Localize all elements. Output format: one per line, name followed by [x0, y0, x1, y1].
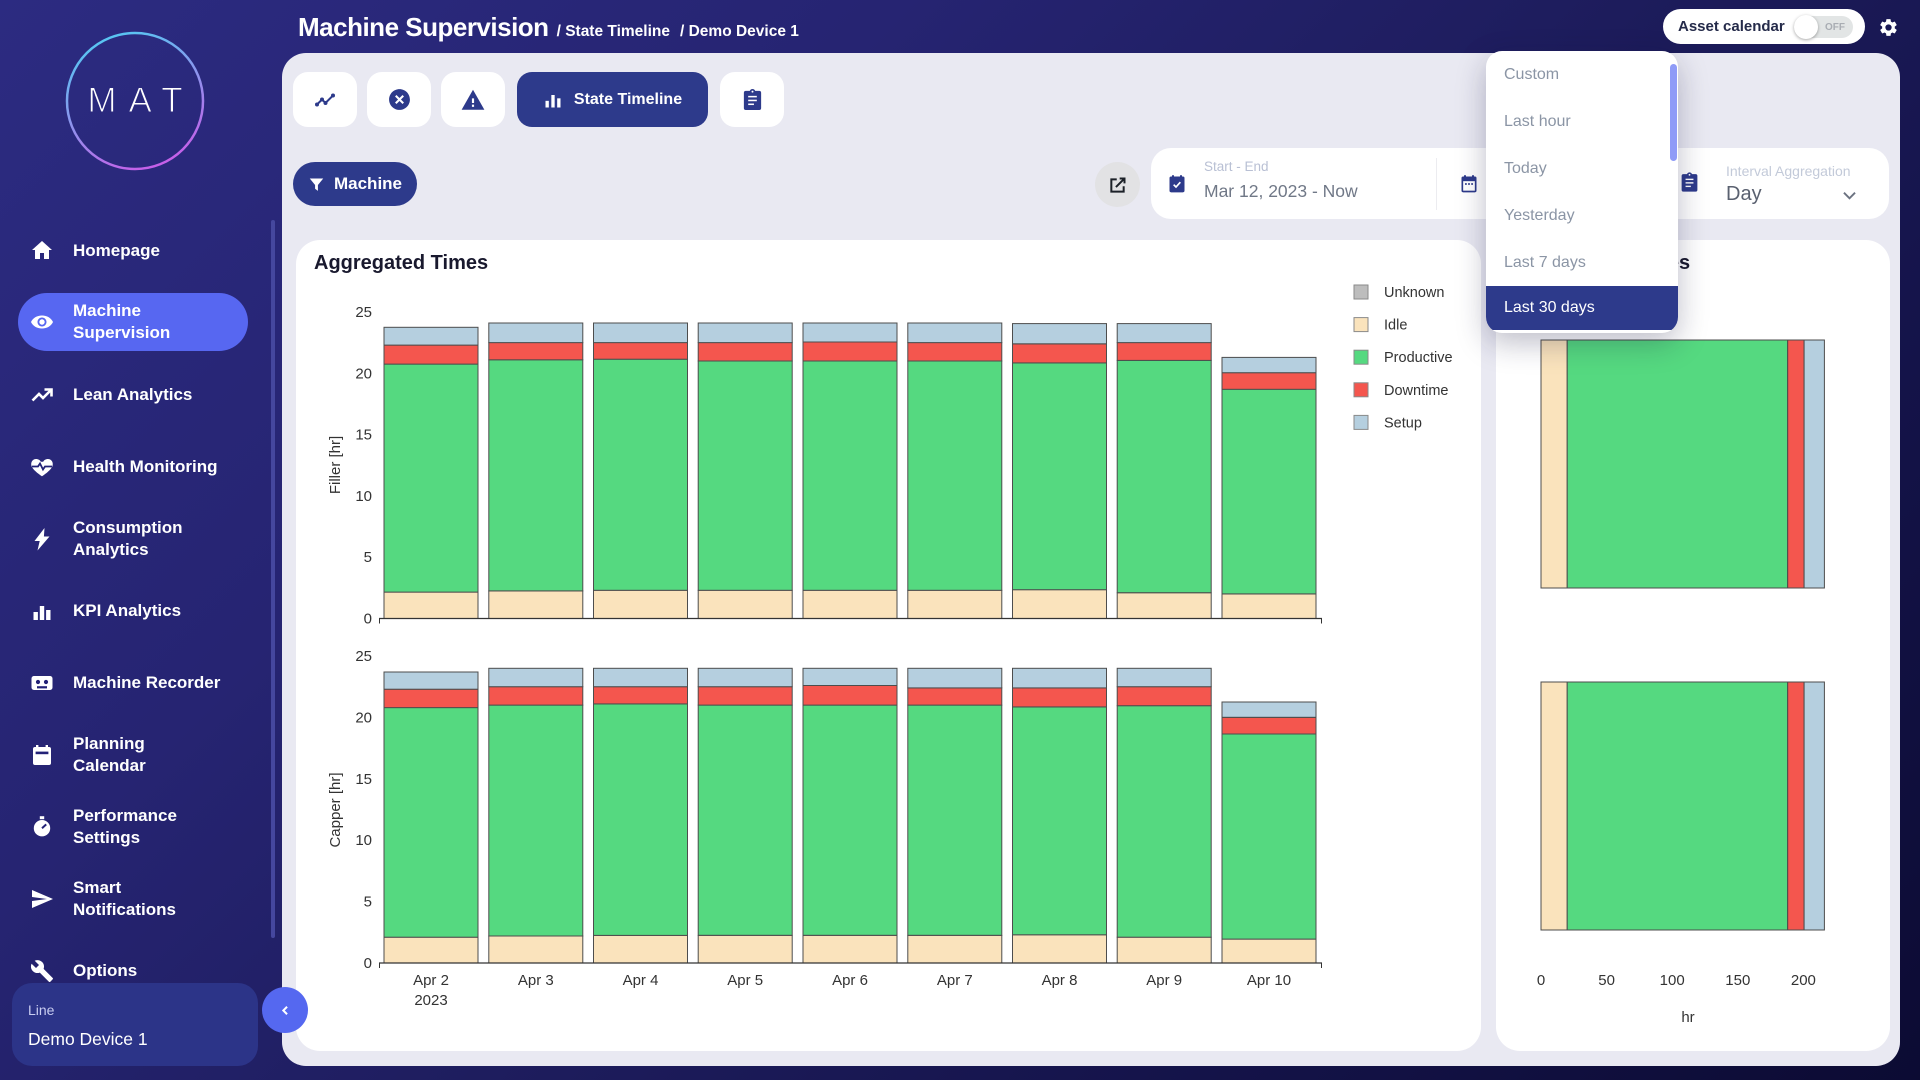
svg-text:hr: hr	[1681, 1009, 1694, 1026]
svg-text:Capper [hr]: Capper [hr]	[327, 772, 344, 847]
svg-text:Apr 2: Apr 2	[413, 972, 449, 989]
svg-text:2023: 2023	[414, 992, 447, 1009]
svg-text:Unknown: Unknown	[1384, 285, 1444, 301]
svg-text:20: 20	[355, 709, 372, 726]
svg-text:Apr 4: Apr 4	[623, 972, 659, 989]
svg-text:Productive: Productive	[1384, 350, 1453, 366]
svg-text:15: 15	[355, 771, 372, 788]
svg-text:0: 0	[1537, 972, 1545, 989]
svg-text:20: 20	[355, 365, 372, 382]
svg-text:Setup: Setup	[1384, 415, 1422, 431]
svg-text:10: 10	[355, 488, 372, 505]
svg-text:Downtime: Downtime	[1384, 383, 1448, 399]
svg-text:10: 10	[355, 832, 372, 849]
svg-text:Apr 7: Apr 7	[937, 972, 973, 989]
svg-text:Apr 8: Apr 8	[1042, 972, 1078, 989]
svg-text:Apr 5: Apr 5	[727, 972, 763, 989]
svg-text:50: 50	[1598, 972, 1615, 989]
svg-text:25: 25	[355, 304, 372, 321]
svg-text:0: 0	[364, 611, 372, 628]
svg-text:25: 25	[355, 648, 372, 665]
svg-text:Apr 9: Apr 9	[1146, 972, 1182, 989]
svg-text:5: 5	[364, 894, 372, 911]
svg-text:Idle: Idle	[1384, 318, 1407, 334]
svg-text:Apr 3: Apr 3	[518, 972, 554, 989]
svg-text:Apr 6: Apr 6	[832, 972, 868, 989]
svg-text:Apr 10: Apr 10	[1247, 972, 1291, 989]
svg-text:Filler [hr]: Filler [hr]	[327, 436, 344, 494]
svg-text:5: 5	[364, 549, 372, 566]
svg-text:15: 15	[355, 427, 372, 444]
svg-text:200: 200	[1791, 972, 1816, 989]
svg-text:100: 100	[1660, 972, 1685, 989]
svg-text:0: 0	[364, 955, 372, 972]
svg-text:150: 150	[1725, 972, 1750, 989]
